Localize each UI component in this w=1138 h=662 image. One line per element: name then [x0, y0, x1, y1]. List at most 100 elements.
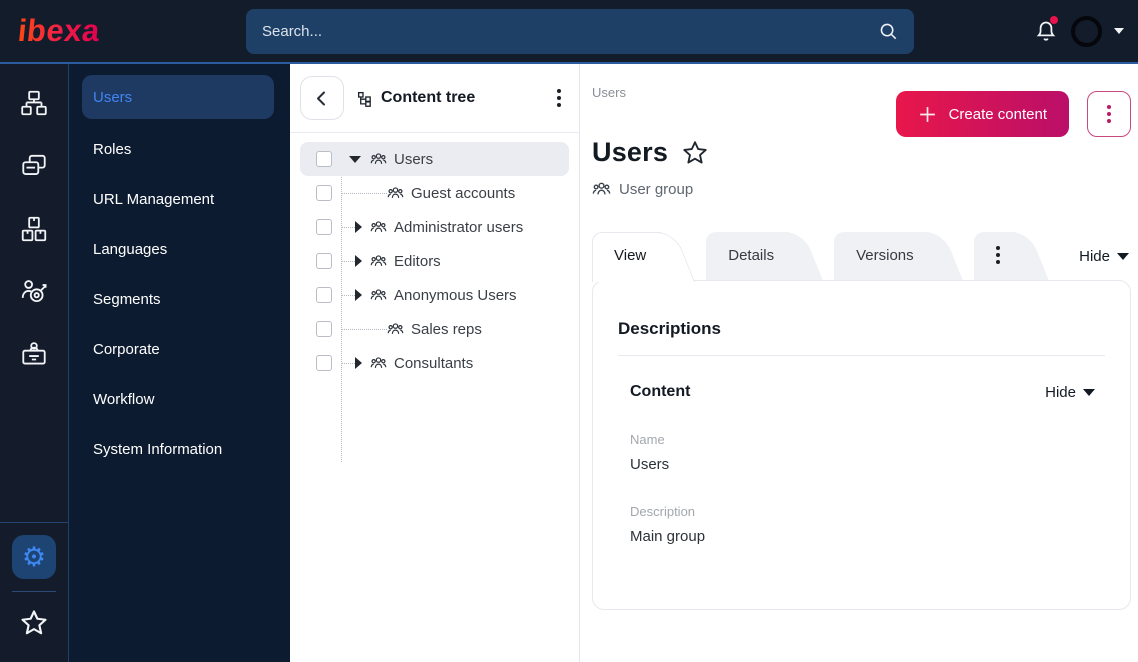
customer-portal-icon[interactable] — [19, 340, 49, 370]
user-avatar[interactable] — [1071, 15, 1102, 47]
gear-icon: ⚙ — [21, 541, 47, 572]
tree-item-checkbox[interactable] — [316, 253, 332, 269]
search-input[interactable] — [262, 22, 878, 40]
page-title: Users — [592, 137, 669, 167]
tab-more-kebab[interactable] — [973, 232, 1044, 280]
tree-options-kebab-icon[interactable] — [553, 85, 565, 111]
content-section-title: Content — [630, 383, 691, 400]
tree-item-checkbox[interactable] — [316, 287, 332, 303]
content-tree-header: Content tree — [290, 64, 579, 133]
product-catalog-icon[interactable] — [19, 214, 49, 244]
tree-item-editors[interactable]: Editors — [300, 244, 569, 278]
admin-settings-tile[interactable]: ⚙ — [12, 535, 56, 579]
user-group-icon — [387, 321, 404, 338]
tree-item-checkbox[interactable] — [316, 185, 332, 201]
notifications-bell-icon[interactable] — [1033, 16, 1059, 44]
tab-view[interactable]: View — [592, 232, 690, 282]
chevron-left-icon — [317, 91, 325, 106]
content-type-row: User group — [592, 180, 1131, 199]
bookmarks-star-icon[interactable] — [19, 608, 49, 638]
rail-divider — [0, 522, 68, 523]
content-tree-list: Users Guest accounts Administrator users… — [290, 133, 579, 462]
tab-details[interactable]: Details — [706, 232, 818, 280]
tree-item-checkbox[interactable] — [316, 151, 332, 167]
tab-versions[interactable]: Versions — [834, 232, 958, 280]
tree-item-sales-reps[interactable]: Sales reps — [300, 312, 569, 346]
tree-item-checkbox[interactable] — [316, 219, 332, 235]
tree-connector-stub — [341, 260, 355, 262]
tree-item-administrator-users[interactable]: Administrator users — [300, 210, 569, 244]
tree-item-anonymous-users[interactable]: Anonymous Users — [300, 278, 569, 312]
ibexa-logo[interactable]: ibexa — [16, 13, 101, 49]
page-options-kebab-button[interactable] — [1087, 91, 1131, 137]
chevron-down-icon — [1117, 252, 1129, 260]
collapse-tree-button[interactable] — [300, 76, 344, 120]
caret-collapsed-icon[interactable] — [355, 357, 362, 369]
caret-collapsed-icon[interactable] — [355, 255, 362, 267]
caret-collapsed-icon[interactable] — [355, 289, 362, 301]
tree-connector-stub — [341, 328, 387, 330]
tree-item-guest-accounts[interactable]: Guest accounts — [300, 176, 569, 210]
menu-item-languages[interactable]: Languages — [82, 225, 274, 273]
pages-icon[interactable] — [19, 151, 49, 181]
user-group-icon — [370, 253, 387, 270]
topbar-right — [1033, 15, 1124, 47]
hide-section-toggle[interactable]: Hide — [1045, 384, 1095, 401]
user-group-icon — [370, 219, 387, 236]
tree-item-consultants[interactable]: Consultants — [300, 346, 569, 380]
user-group-icon — [387, 185, 404, 202]
menu-item-corporate[interactable]: Corporate — [82, 325, 274, 373]
content-tree-title: Content tree — [356, 89, 475, 107]
topbar: ibexa — [0, 0, 1138, 64]
content-tree-panel: Content tree Users Guest accounts Admini… — [290, 64, 580, 662]
search-icon — [880, 23, 897, 40]
tree-connector-stub — [341, 362, 355, 364]
tree-item-checkbox[interactable] — [316, 321, 332, 337]
menu-item-url-management[interactable]: URL Management — [82, 175, 274, 223]
user-menu-caret-icon[interactable] — [1114, 28, 1124, 34]
caret-expanded-icon[interactable] — [349, 155, 361, 163]
search-bar[interactable] — [246, 8, 914, 54]
user-group-icon — [370, 287, 387, 304]
menu-item-users[interactable]: Users — [82, 75, 274, 119]
tree-connector-stub — [341, 192, 387, 194]
content-structure-icon[interactable] — [19, 88, 49, 118]
view-tab-card: Descriptions Content Hide Name Users Des… — [592, 280, 1131, 610]
icon-rail: ⚙ — [0, 64, 69, 662]
user-group-icon — [370, 151, 387, 168]
content-section: Content Hide Name Users Description Main… — [618, 383, 1105, 545]
main-content: Users Create content Users User group Vi… — [580, 64, 1138, 662]
tree-item-users[interactable]: Users — [300, 142, 569, 176]
caret-collapsed-icon[interactable] — [355, 221, 362, 233]
tree-item-checkbox[interactable] — [316, 355, 332, 371]
bookmark-star-icon[interactable] — [681, 139, 709, 167]
menu-item-system-information[interactable]: System Information — [82, 425, 274, 473]
rail-divider — [12, 591, 56, 592]
field-label-description: Description — [630, 504, 696, 519]
content-type-label: User group — [619, 181, 694, 198]
tree-connector-stub — [341, 226, 355, 228]
field-value-name: Users — [630, 456, 670, 473]
user-group-icon — [370, 355, 387, 372]
plus-icon — [919, 106, 935, 122]
field-value-description: Main group — [630, 528, 706, 545]
tree-connector-stub — [341, 294, 355, 296]
content-tree-icon — [357, 91, 371, 107]
logo-wrap: ibexa — [16, 13, 246, 49]
create-content-button[interactable]: Create content — [895, 91, 1069, 137]
chevron-down-icon — [1083, 388, 1095, 396]
user-group-icon — [592, 182, 611, 195]
menu-item-segments[interactable]: Segments — [82, 275, 274, 323]
divider — [618, 355, 1105, 356]
hide-tabs-toggle[interactable]: Hide — [1079, 248, 1129, 265]
menu-item-workflow[interactable]: Workflow — [82, 375, 274, 423]
page-title-row: Users — [592, 137, 1131, 168]
menu-item-roles[interactable]: Roles — [82, 125, 274, 173]
kebab-icon — [995, 246, 1000, 264]
admin-menu: Users Roles URL Management Languages Seg… — [69, 64, 290, 662]
rail-bottom: ⚙ — [0, 522, 68, 648]
descriptions-heading: Descriptions — [618, 319, 721, 338]
content-section-head: Content Hide — [630, 383, 1097, 401]
personalization-icon[interactable] — [19, 277, 49, 307]
header-actions: Create content — [895, 91, 1131, 137]
